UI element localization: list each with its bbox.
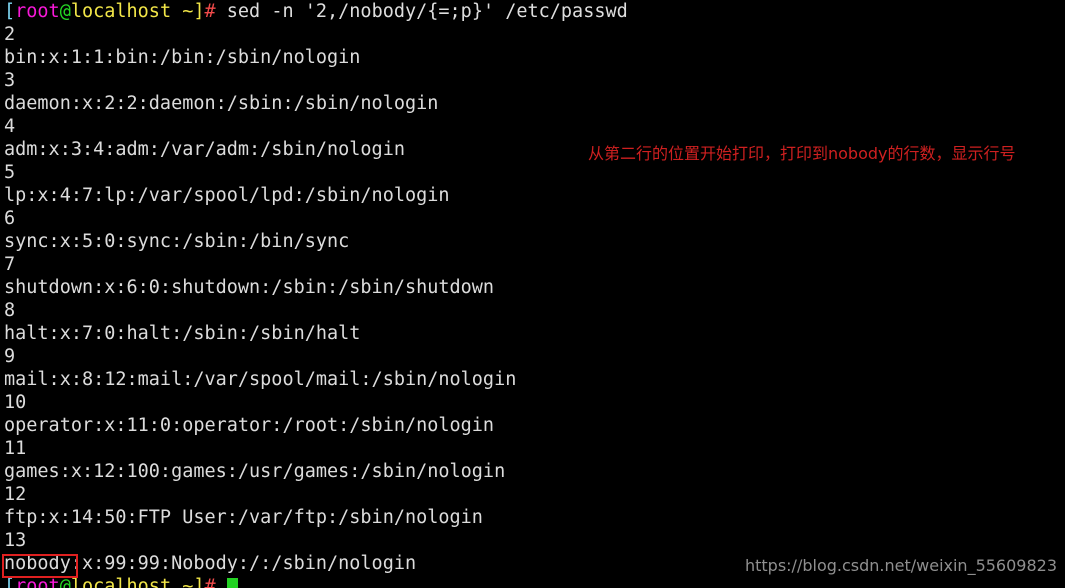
prompt-open-bracket: [ [4, 576, 16, 588]
terminal-next-prompt-line: [root@localhost ~]# [4, 575, 1061, 588]
output-line: 6 [4, 208, 16, 229]
output-line: 9 [4, 346, 16, 367]
prompt-open-bracket: [ [4, 1, 16, 22]
command-text: sed -n '2,/nobody/{=;p}' /etc/passwd [215, 1, 628, 22]
output-line: 12 [4, 484, 27, 505]
output-line: games:x:12:100:games:/usr/games:/sbin/no… [4, 461, 506, 482]
output-line: operator:x:11:0:operator:/root:/sbin/nol… [4, 415, 495, 436]
output-line: 8 [4, 300, 16, 321]
output-line: daemon:x:2:2:daemon:/sbin:/sbin/nologin [4, 93, 439, 114]
output-line: 7 [4, 254, 16, 275]
prompt-user: root [15, 1, 60, 22]
output-line: sync:x:5:0:sync:/sbin:/bin/sync [4, 231, 350, 252]
output-line: mail:x:8:12:mail:/var/spool/mail:/sbin/n… [4, 369, 517, 390]
output-line: shutdown:x:6:0:shutdown:/sbin:/sbin/shut… [4, 277, 495, 298]
prompt-host-path: localhost ~] [70, 1, 205, 22]
annotation-text: 从第二行的位置开始打印，打印到nobody的行数，显示行号 [588, 144, 1016, 163]
terminal-prompt-line: [root@localhost ~]# sed -n '2,/nobody/{=… [4, 0, 1061, 23]
watermark-url: https://blog.csdn.net/weixin_55609823 [744, 556, 1057, 575]
output-line: 5 [4, 162, 16, 183]
prompt-at-symbol: @ [59, 576, 71, 588]
prompt-hash-symbol: # [204, 1, 216, 22]
prompt-hash-symbol: # [204, 576, 216, 588]
terminal-output-area: [root@localhost ~]# sed -n '2,/nobody/{=… [4, 0, 1061, 588]
output-line: lp:x:4:7:lp:/var/spool/lpd:/sbin/nologin [4, 185, 450, 206]
prompt-at-symbol: @ [59, 1, 71, 22]
output-line: 4 [4, 116, 16, 137]
output-line: 13 [4, 530, 27, 551]
text-cursor [226, 578, 238, 588]
prompt-host-path: localhost ~] [70, 576, 205, 588]
terminal-window[interactable]: [root@localhost ~]# sed -n '2,/nobody/{=… [0, 0, 1065, 588]
output-line: 10 [4, 392, 27, 413]
output-line: 3 [4, 70, 16, 91]
output-line: 2 [4, 24, 16, 45]
output-line: bin:x:1:1:bin:/bin:/sbin/nologin [4, 47, 361, 68]
output-line: ftp:x:14:50:FTP User:/var/ftp:/sbin/nolo… [4, 507, 483, 528]
prompt-user: root [15, 576, 60, 588]
output-line: halt:x:7:0:halt:/sbin:/sbin/halt [4, 323, 361, 344]
output-line: 11 [4, 438, 27, 459]
